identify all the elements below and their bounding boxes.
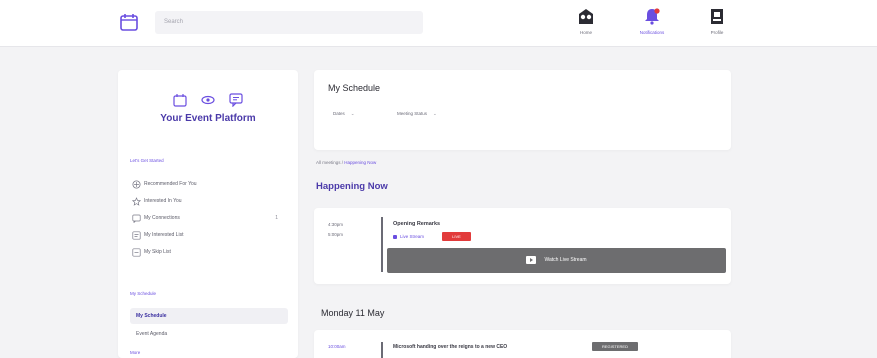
nav-home-label: Home xyxy=(579,30,592,35)
event-time-end: 5:00pm xyxy=(328,232,344,237)
filter-meeting-status[interactable]: Meeting Status ⌄ xyxy=(397,111,437,117)
people-icon xyxy=(132,214,141,223)
schedule-header-card: My Schedule Dates ⌄ Meeting Status ⌄ xyxy=(314,70,731,150)
event-divider xyxy=(381,342,383,358)
eye-icon xyxy=(201,93,215,107)
sparkle-icon xyxy=(132,180,141,189)
section-label-schedule: My Schedule xyxy=(130,291,157,296)
heart-icon xyxy=(132,231,141,240)
event-divider xyxy=(381,217,383,272)
chat-icon xyxy=(229,93,244,108)
sidebar-item-label: Recommended For You xyxy=(144,181,197,187)
sidebar-item-skip-list[interactable]: My Skip List xyxy=(130,245,288,260)
watch-live-stream-button[interactable]: Watch Live Stream xyxy=(387,248,726,273)
calendar-logo-icon[interactable] xyxy=(119,12,139,32)
event-card[interactable]: 10:00am Microsoft handing over the reign… xyxy=(314,330,731,358)
event-card[interactable]: 4:30pm 5:00pm Opening Remarks Live Strea… xyxy=(314,208,731,284)
breadcrumb: All meetings / Happening Now xyxy=(316,160,376,165)
brand-icons xyxy=(118,91,298,109)
sidebar-item-recommended[interactable]: Recommended For You xyxy=(130,177,288,192)
sidebar-item-label: Interested In You xyxy=(144,198,182,204)
section-label-more: More xyxy=(130,350,141,355)
play-icon xyxy=(526,255,537,264)
filter-meeting-status-label: Meeting Status xyxy=(397,111,428,116)
happening-now-heading: Happening Now xyxy=(316,181,388,192)
nav-profile[interactable]: Profile xyxy=(692,7,742,35)
event-time-start: 10:00am xyxy=(328,344,346,349)
video-icon xyxy=(393,234,397,239)
sidebar-item-connections[interactable]: My Connections 1 xyxy=(130,211,288,226)
nav-notifications[interactable]: Notifications xyxy=(627,7,677,35)
sidebar-item-interested-list[interactable]: My Interested List xyxy=(130,228,288,243)
bell-icon xyxy=(645,8,660,25)
sidebar-item-label: My Skip List xyxy=(144,249,171,255)
watch-button-label: Watch Live Stream xyxy=(544,257,587,263)
sidebar-item-label: My Interested List xyxy=(144,232,184,238)
skip-icon xyxy=(132,248,141,257)
star-icon xyxy=(132,197,141,206)
registered-badge: REGISTERED xyxy=(592,342,638,351)
home-icon xyxy=(579,9,593,24)
search-input[interactable]: Search xyxy=(155,11,423,34)
brand-title: Your Event Platform xyxy=(160,113,256,124)
chevron-down-icon: ⌄ xyxy=(350,111,355,116)
event-title[interactable]: Microsoft handing over the reigns to a n… xyxy=(393,344,507,350)
day-heading: Monday 11 May xyxy=(321,308,385,318)
calendar-icon xyxy=(172,93,187,107)
sidebar-item-interested-in-you[interactable]: Interested In You xyxy=(130,194,288,209)
sidebar-item-event-agenda[interactable]: Event Agenda xyxy=(130,326,288,342)
page-title: My Schedule xyxy=(328,83,381,93)
section-label-discover: Let's Get Started xyxy=(130,158,164,163)
live-stream-label: Live Stream xyxy=(400,234,425,239)
breadcrumb-prefix[interactable]: All meetings / xyxy=(316,160,344,165)
nav-notifications-label: Notifications xyxy=(639,30,665,35)
nav-profile-label: Profile xyxy=(710,30,724,35)
live-stream-link[interactable]: Live Stream xyxy=(393,234,424,239)
connections-count: 1 xyxy=(275,215,278,221)
sidebar-item-label: My Connections xyxy=(144,215,180,221)
filter-dates-label: Dates xyxy=(333,111,345,116)
event-title[interactable]: Opening Remarks xyxy=(393,221,440,227)
nav-home[interactable]: Home xyxy=(561,7,611,35)
top-bar: Search Home Notifications Profile xyxy=(0,0,877,47)
sidebar: Your Event Platform Let's Get Started Re… xyxy=(118,70,298,358)
filter-dates[interactable]: Dates ⌄ xyxy=(333,111,355,117)
chevron-down-icon: ⌄ xyxy=(433,111,437,116)
breadcrumb-current[interactable]: Happening Now xyxy=(344,160,376,165)
event-time-start: 4:30pm xyxy=(328,222,344,227)
live-badge: LIVE xyxy=(442,232,471,241)
profile-icon xyxy=(711,9,723,24)
sidebar-item-my-schedule[interactable]: My Schedule xyxy=(130,308,288,324)
